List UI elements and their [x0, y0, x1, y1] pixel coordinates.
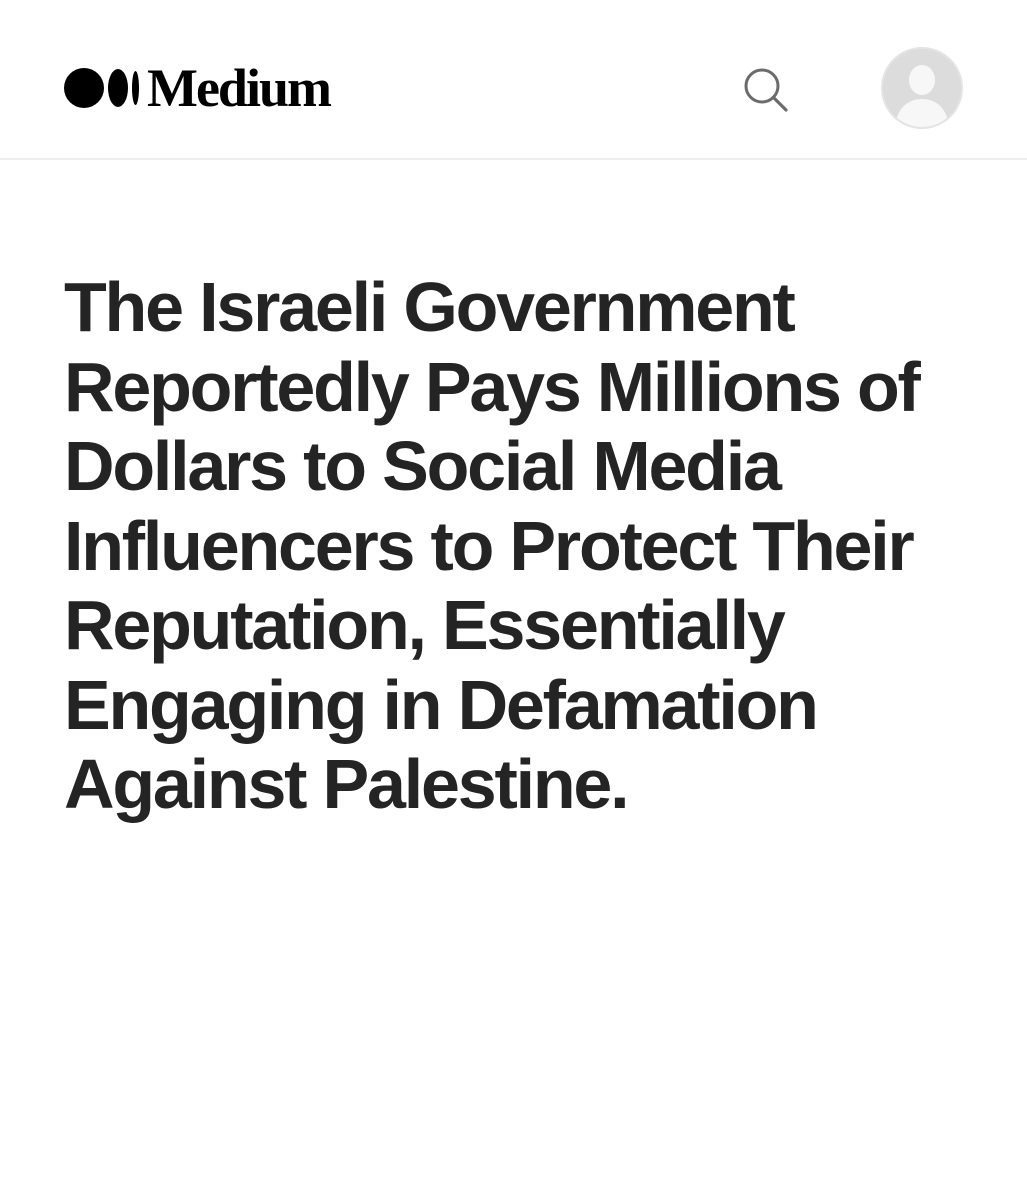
search-button[interactable] — [736, 62, 792, 118]
medium-logo[interactable]: Medium — [64, 58, 332, 118]
logo-wordmark: Medium — [147, 58, 332, 118]
user-avatar-icon — [883, 49, 961, 127]
article-title: The Israeli Government Reportedly Pays M… — [64, 268, 921, 823]
user-avatar[interactable] — [881, 47, 963, 129]
medium-logo-icon — [64, 68, 139, 108]
search-icon — [744, 68, 788, 112]
top-navbar: Medium — [0, 0, 1027, 160]
